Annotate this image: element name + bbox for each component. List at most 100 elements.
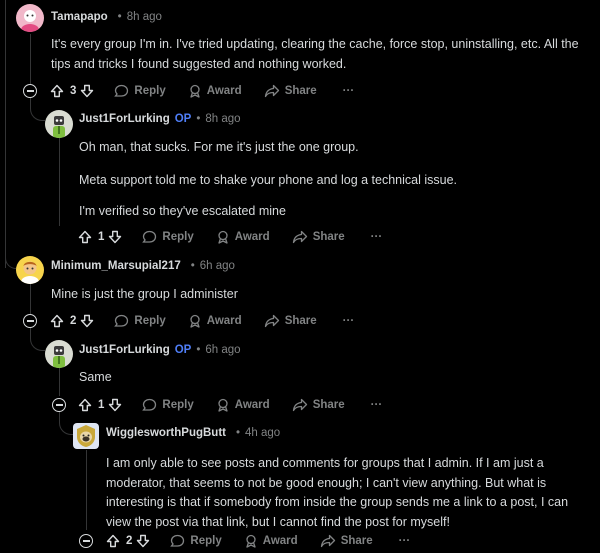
award-label: Award [262, 535, 298, 547]
comment-meta: Minimum_Marsupial217 • 6h ago [51, 260, 235, 272]
collapse-minus-icon[interactable] [23, 84, 37, 98]
collapse-minus-icon[interactable] [23, 314, 37, 328]
comment-paragraph: Meta support told me to shake your phone… [79, 172, 458, 187]
thread-connector [59, 416, 74, 435]
more-options-button[interactable]: ··· [399, 535, 411, 547]
share-button[interactable]: Share [292, 230, 345, 244]
reply-button[interactable]: Reply [114, 84, 166, 98]
vote-count: 3 [70, 85, 77, 97]
comment-paragraph: I'm verified so they've escalated mine [79, 204, 286, 218]
avatar[interactable] [45, 340, 73, 368]
thread-line [30, 34, 31, 90]
award-label: Award [206, 315, 242, 327]
timestamp[interactable]: 8h ago [127, 11, 162, 23]
avatar[interactable] [45, 110, 73, 138]
comment-meta: WigglesworthPugButt • 4h ago [106, 427, 280, 439]
collapse-minus-icon[interactable] [52, 398, 66, 412]
share-label: Share [312, 399, 345, 411]
avatar[interactable] [16, 4, 44, 32]
vote-count: 1 [98, 231, 105, 243]
downvote-arrow-icon[interactable] [108, 398, 122, 412]
reply-button[interactable]: Reply [142, 230, 194, 244]
username[interactable]: WigglesworthPugButt [106, 427, 226, 439]
downvote-arrow-icon[interactable] [80, 84, 94, 98]
share-label: Share [284, 315, 317, 327]
timestamp[interactable]: 6h ago [200, 260, 235, 272]
thread-line [30, 282, 31, 314]
award-button[interactable]: Award [216, 230, 270, 244]
thread-line [59, 364, 60, 396]
share-button[interactable]: Share [292, 398, 345, 412]
share-arrow-icon [292, 398, 308, 412]
separator-dot: • [236, 427, 241, 439]
comment-actions: 2 Reply Award Share ··· [50, 311, 354, 331]
separator-dot: • [117, 11, 122, 23]
award-label: Award [234, 231, 270, 243]
upvote-arrow-icon[interactable] [78, 398, 92, 412]
comment-paragraph: I am only able to see posts and comments… [106, 456, 569, 529]
username[interactable]: Just1ForLurking [79, 344, 170, 356]
timestamp[interactable]: 6h ago [205, 344, 240, 356]
reply-label: Reply [162, 231, 194, 243]
reply-button[interactable]: Reply [142, 398, 194, 412]
award-button[interactable]: Award [188, 314, 242, 328]
downvote-arrow-icon[interactable] [108, 230, 122, 244]
upvote-arrow-icon[interactable] [106, 534, 120, 548]
award-ribbon-icon [188, 84, 202, 98]
comment-body: Same [79, 368, 579, 388]
award-label: Award [234, 399, 270, 411]
collapse-minus-icon[interactable] [79, 534, 93, 548]
more-options-button[interactable]: ··· [343, 315, 355, 327]
avatar[interactable] [73, 423, 99, 449]
username[interactable]: Just1ForLurking [79, 113, 170, 125]
comment-paragraph: Oh man, that sucks. For me it's just the… [79, 140, 359, 154]
share-arrow-icon [264, 84, 280, 98]
username[interactable]: Tamapapo [51, 11, 108, 23]
award-button[interactable]: Award [216, 398, 270, 412]
timestamp[interactable]: 8h ago [205, 113, 240, 125]
comment-meta: Just1ForLurking OP • 8h ago [79, 113, 241, 125]
upvote-arrow-icon[interactable] [50, 314, 64, 328]
award-ribbon-icon [244, 534, 258, 548]
upvote-arrow-icon[interactable] [78, 230, 92, 244]
reply-button[interactable]: Reply [170, 534, 222, 548]
award-ribbon-icon [188, 314, 202, 328]
award-button[interactable]: Award [244, 534, 298, 548]
share-label: Share [340, 535, 373, 547]
more-options-button[interactable]: ··· [371, 231, 383, 243]
downvote-arrow-icon[interactable] [136, 534, 150, 548]
separator-dot: • [196, 113, 201, 125]
reply-label: Reply [134, 315, 166, 327]
username[interactable]: Minimum_Marsupial217 [51, 260, 181, 272]
reply-label: Reply [134, 85, 166, 97]
comment-actions: 1 Reply Award Share ··· [78, 227, 382, 247]
more-options-button[interactable]: ··· [371, 399, 383, 411]
speech-bubble-icon [114, 314, 129, 328]
downvote-arrow-icon[interactable] [80, 314, 94, 328]
avatar[interactable] [16, 256, 44, 284]
vote-count: 2 [70, 315, 77, 327]
vote-count: 2 [126, 535, 133, 547]
separator-dot: • [190, 260, 195, 272]
award-ribbon-icon [216, 398, 230, 412]
thread-line [86, 450, 87, 530]
reply-label: Reply [190, 535, 222, 547]
comment-paragraph: It's every group I'm in. I've tried upda… [51, 37, 579, 71]
share-arrow-icon [320, 534, 336, 548]
upvote-arrow-icon[interactable] [50, 84, 64, 98]
thread-connector [5, 250, 16, 269]
more-options-button[interactable]: ··· [343, 85, 355, 97]
op-badge: OP [174, 113, 192, 125]
op-badge: OP [174, 344, 192, 356]
share-button[interactable]: Share [320, 534, 373, 548]
award-button[interactable]: Award [188, 84, 242, 98]
timestamp[interactable]: 4h ago [245, 427, 280, 439]
share-arrow-icon [264, 314, 280, 328]
share-button[interactable]: Share [264, 84, 317, 98]
share-button[interactable]: Share [264, 314, 317, 328]
reply-button[interactable]: Reply [114, 314, 166, 328]
thread-line [5, 0, 6, 268]
comment-meta: Tamapapo • 8h ago [51, 11, 162, 23]
comment-body: Mine is just the group I administer [51, 285, 581, 305]
comment-actions: 1 Reply Award Share ··· [78, 395, 382, 415]
